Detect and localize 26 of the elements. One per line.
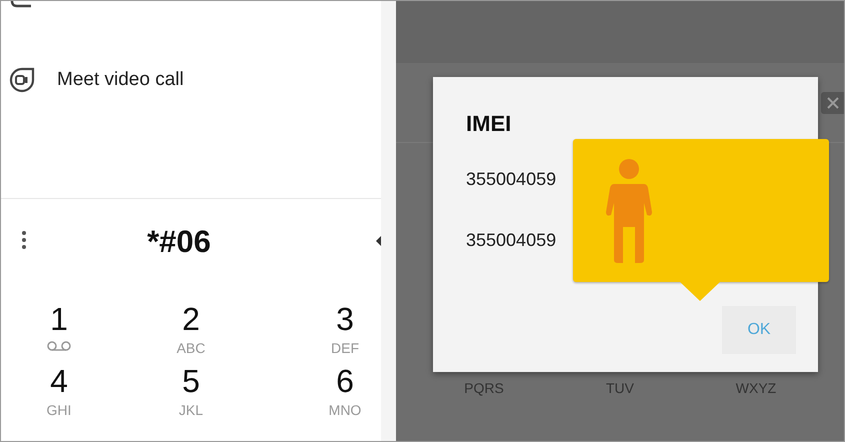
key-letters: MNO xyxy=(328,403,362,417)
dialed-number: *#06 xyxy=(147,222,212,261)
dial-key[interactable]: 1 xyxy=(17,303,101,355)
key-letters: DEF xyxy=(331,341,359,355)
dial-key[interactable]: 2 ABC xyxy=(148,303,233,355)
call-option[interactable]: Meet video call xyxy=(1,57,381,103)
person-icon xyxy=(605,157,653,263)
video-call-icon xyxy=(9,67,35,93)
dial-key[interactable]: 4 GHI xyxy=(17,365,101,417)
key-letters: ABC xyxy=(176,341,206,355)
dial-key[interactable]: 6 MNO xyxy=(303,365,387,417)
key-letters: JKL xyxy=(178,403,204,417)
backspace-icon[interactable] xyxy=(376,236,381,246)
more-options-icon[interactable] xyxy=(21,230,27,250)
key-letters: PQRS xyxy=(463,379,505,398)
imei-number: 355004059 xyxy=(466,229,558,252)
key-letters: TUV xyxy=(605,379,635,398)
key-letters: WXYZ xyxy=(734,379,778,398)
close-button[interactable] xyxy=(821,92,844,114)
key-letters: GHI xyxy=(46,403,72,417)
dial-key[interactable]: 3 DEF xyxy=(303,303,387,355)
dial-key[interactable]: 5 JKL xyxy=(148,365,233,417)
dialog-title: IMEI xyxy=(466,110,512,138)
close-icon xyxy=(826,97,838,109)
voicemail-icon xyxy=(47,341,71,351)
imei-number: 355004059 xyxy=(466,168,558,191)
